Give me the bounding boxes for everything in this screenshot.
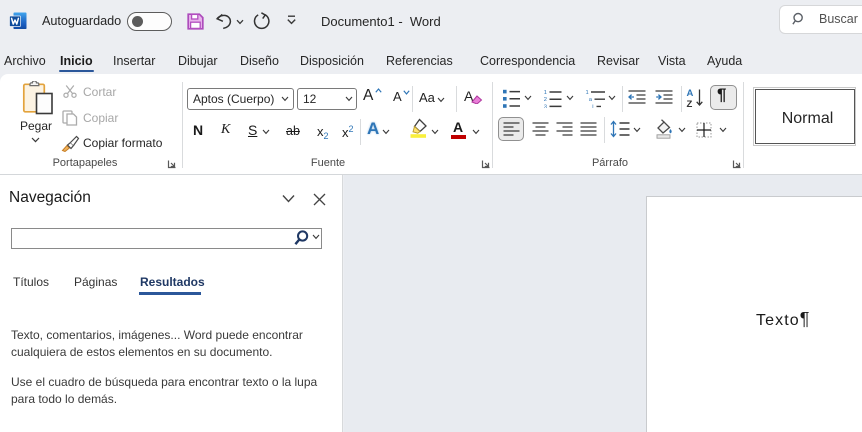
svg-text:1: 1 <box>586 90 589 96</box>
svg-text:3: 3 <box>544 104 547 108</box>
svg-text:a: a <box>589 97 593 103</box>
svg-text:Z: Z <box>687 99 693 109</box>
svg-text:A: A <box>687 88 694 99</box>
svg-text:1: 1 <box>544 90 547 96</box>
svg-text:i: i <box>592 104 593 108</box>
svg-text:2: 2 <box>544 97 547 103</box>
